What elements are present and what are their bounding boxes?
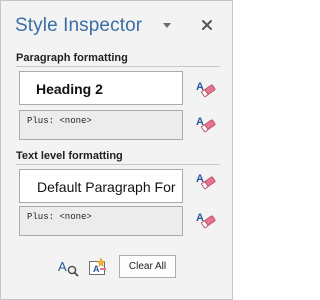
paragraph-plus-box: Plus: <none> [19, 110, 183, 140]
new-style-icon[interactable]: A [87, 256, 109, 278]
text-level-formatting-label: Text level formatting [16, 150, 123, 162]
reveal-formatting-icon[interactable]: A [57, 256, 79, 278]
style-inspector-pane: Style Inspector Paragraph formatting Hea… [0, 0, 233, 300]
clear-all-button[interactable]: Clear All [119, 255, 176, 278]
paragraph-style-name: Heading 2 [36, 81, 103, 97]
text-level-plus-box: Plus: <none> [19, 206, 183, 236]
chevron-down-icon[interactable] [160, 18, 174, 32]
pane-title-bar: Style Inspector [1, 1, 234, 45]
eraser-icon[interactable]: A [194, 112, 216, 134]
section-divider [16, 66, 220, 67]
paragraph-formatting-label: Paragraph formatting [16, 52, 128, 64]
text-level-style-name: Default Paragraph For [37, 179, 176, 195]
section-divider [16, 164, 220, 165]
text-level-plus-text: Plus: <none> [27, 212, 92, 222]
eraser-icon[interactable]: A [194, 208, 216, 230]
svg-text:A: A [58, 259, 67, 274]
paragraph-style-box[interactable]: Heading 2 [19, 71, 183, 105]
pane-title: Style Inspector [15, 15, 143, 36]
paragraph-plus-text: Plus: <none> [27, 116, 92, 126]
eraser-icon[interactable]: A [194, 77, 216, 99]
text-level-style-box[interactable]: Default Paragraph For [19, 169, 183, 203]
eraser-icon[interactable]: A [194, 169, 216, 191]
close-icon[interactable] [197, 15, 217, 35]
